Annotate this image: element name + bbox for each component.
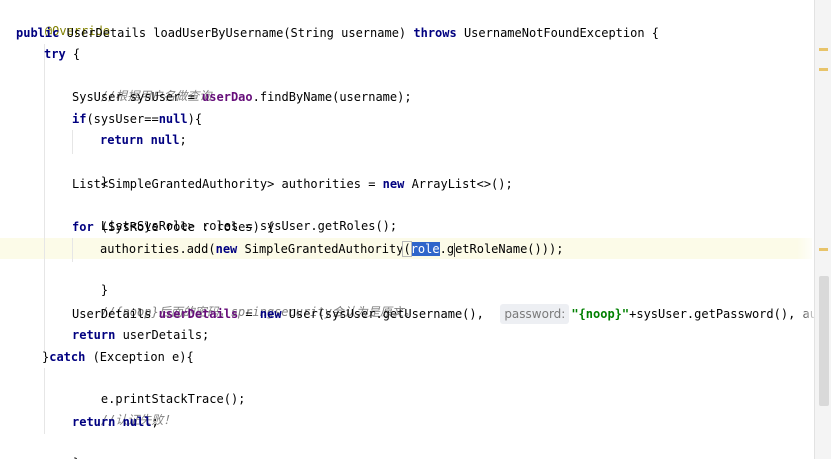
code-line-5[interactable]: SysUser sysUser = userDao.findByName(use… — [72, 87, 412, 107]
warning-marker[interactable] — [819, 248, 828, 251]
code-line-18[interactable]: e.printStackTrace(); — [72, 369, 246, 406]
code-text: User(sysUser.getUsername(), — [281, 307, 499, 321]
matched-paren: ( — [402, 241, 412, 257]
code-text: ; — [179, 133, 187, 147]
code-line-2[interactable]: public UserDetails loadUserByUsername(St… — [16, 23, 659, 43]
code-line-8[interactable]: } — [72, 152, 108, 189]
parameter-hint-password: password: — [500, 304, 570, 324]
keyword-new: new — [382, 177, 405, 191]
code-text: .findByName(username); — [252, 90, 412, 104]
code-text: (Exception e){ — [85, 350, 194, 364]
code-line-20[interactable]: return null; — [72, 412, 159, 432]
variable-userdetails: userDetails — [158, 307, 239, 321]
code-text: (SysRole role : roles) { — [93, 220, 275, 234]
keyword-catch: catch — [49, 350, 86, 364]
code-text: ArrayList<>(); — [404, 177, 513, 191]
code-line-11[interactable]: for (SysRole role : roles) { — [72, 217, 274, 237]
keyword-return: return — [100, 133, 144, 147]
code-line-9[interactable]: List<SimpleGrantedAuthority> authorities… — [72, 174, 513, 194]
code-line-13[interactable]: } — [72, 260, 108, 297]
code-text: ; — [151, 415, 159, 429]
field-userdao: userDao — [202, 90, 253, 104]
code-line-21[interactable]: } — [44, 433, 80, 459]
warning-marker[interactable] — [819, 48, 828, 51]
code-line-16[interactable]: return userDetails; — [72, 325, 209, 345]
keyword-new: new — [215, 242, 238, 256]
selected-text[interactable]: role — [410, 242, 440, 256]
keyword-return: return — [72, 415, 116, 429]
code-line-6[interactable]: if(sysUser==null){ — [72, 109, 202, 129]
code-text: SysUser sysUser = — [72, 90, 203, 104]
code-text: SimpleGrantedAuthority — [237, 242, 404, 256]
code-line-14[interactable]: //{noop}后面的密码，springsecurity会认为是原文。 — [72, 282, 416, 319]
keyword-null: null — [122, 415, 152, 429]
code-line-15[interactable]: UserDetails userDetails = new User(sysUs… — [72, 304, 831, 324]
keyword-null: null — [150, 133, 180, 147]
code-line-17[interactable]: }catch (Exception e){ — [42, 347, 194, 367]
exception-type: UsernameNotFoundException { — [456, 26, 660, 40]
code-line-7[interactable]: return null; — [100, 130, 187, 150]
vertical-scrollbar[interactable] — [814, 0, 831, 459]
code-line-10[interactable]: List<SysRole> roles = sysUser.getRoles()… — [72, 196, 397, 233]
indent-guide — [72, 130, 73, 154]
code-line-3[interactable]: try { — [44, 44, 80, 64]
try-brace: { — [65, 47, 81, 61]
keyword-if: if — [72, 112, 87, 126]
keyword-return: return — [72, 328, 116, 342]
code-text: authorities.add( — [100, 242, 216, 256]
keyword-for: for — [72, 220, 94, 234]
keyword-new: new — [259, 307, 282, 321]
code-text: = — [238, 307, 260, 321]
indent-guide — [44, 44, 45, 352]
keyword-public: public — [16, 26, 60, 40]
code-text: . — [439, 242, 447, 256]
code-text: userDetails; — [115, 328, 210, 342]
code-text: List<SimpleGrantedAuthority> authorities… — [72, 177, 383, 191]
code-text: ){ — [187, 112, 203, 126]
code-text: etRoleName())); — [455, 242, 564, 256]
code-line-12[interactable]: authorities.add(new SimpleGrantedAuthori… — [100, 239, 563, 259]
string-literal-noop: "{noop}" — [571, 307, 630, 321]
keyword-try: try — [44, 47, 66, 61]
code-text: UserDetails — [72, 307, 159, 321]
indent-guide — [44, 368, 45, 434]
method-signature: UserDetails loadUserByUsername(String us… — [59, 26, 414, 40]
code-text: (sysUser== — [86, 112, 159, 126]
overflow-fade — [797, 0, 815, 459]
code-line-19[interactable]: //认证失败！ — [72, 390, 175, 427]
code-line-1[interactable]: @Override — [16, 1, 110, 38]
warning-marker[interactable] — [819, 68, 828, 71]
code-text: g — [446, 242, 455, 256]
keyword-throws: throws — [413, 26, 457, 40]
code-editor[interactable]: @Override public UserDetails loadUserByU… — [0, 0, 831, 459]
code-line-4[interactable]: //根据用户名做查询 — [72, 66, 211, 103]
keyword-null: null — [158, 112, 188, 126]
scrollbar-thumb[interactable] — [819, 276, 829, 406]
